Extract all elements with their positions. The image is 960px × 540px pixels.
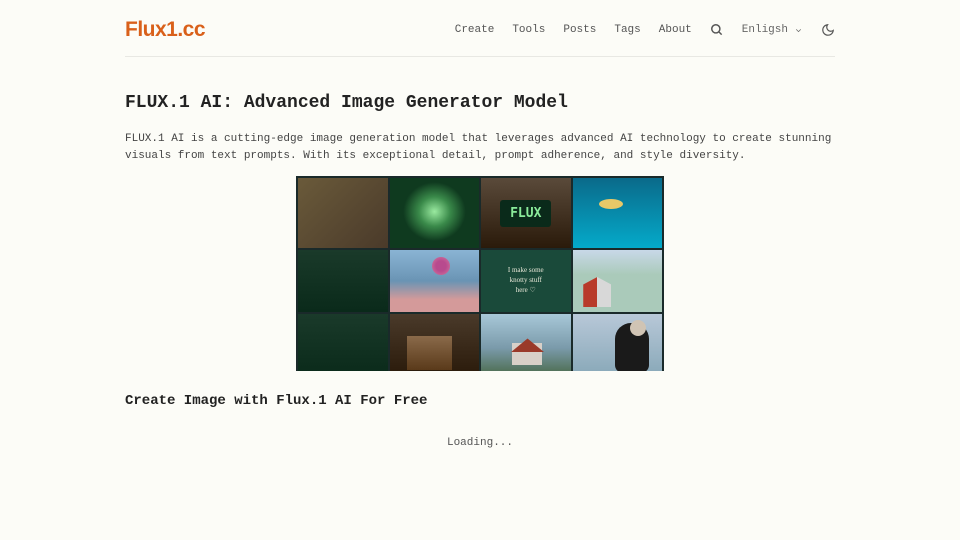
nav-tools[interactable]: Tools — [512, 24, 545, 36]
search-icon[interactable] — [710, 23, 724, 37]
collage-tile — [573, 178, 663, 248]
nav-tags[interactable]: Tags — [614, 24, 640, 36]
intro-text: FLUX.1 AI is a cutting-edge image genera… — [125, 131, 835, 164]
collage-tile — [298, 314, 388, 371]
nav-about[interactable]: About — [659, 24, 692, 36]
collage-tile — [390, 250, 480, 312]
nav-posts[interactable]: Posts — [563, 24, 596, 36]
collage-tile — [390, 178, 480, 248]
collage-tile — [573, 250, 663, 312]
language-select[interactable]: Enligsh — [742, 24, 803, 36]
site-logo[interactable]: Flux1.cc — [125, 18, 205, 42]
collage-tile — [481, 314, 571, 371]
page-title: FLUX.1 AI: Advanced Image Generator Mode… — [125, 93, 835, 113]
theme-toggle-icon[interactable] — [821, 23, 835, 37]
collage-tile — [298, 250, 388, 312]
nav-create[interactable]: Create — [455, 24, 495, 36]
collage-tile — [298, 178, 388, 248]
hero-image — [296, 176, 664, 371]
collage-tile — [573, 314, 663, 371]
collage-tile-flux — [481, 178, 571, 248]
main-nav: Create Tools Posts Tags About Enligsh — [455, 23, 835, 37]
collage-tile — [390, 314, 480, 371]
language-label: Enligsh — [742, 24, 788, 36]
chevron-down-icon — [794, 26, 803, 35]
collage-tile-chalkboard — [481, 250, 571, 312]
section-title: Create Image with Flux.1 AI For Free — [125, 393, 835, 409]
loading-indicator: Loading... — [125, 437, 835, 449]
site-header: Flux1.cc Create Tools Posts Tags About E… — [125, 0, 835, 57]
